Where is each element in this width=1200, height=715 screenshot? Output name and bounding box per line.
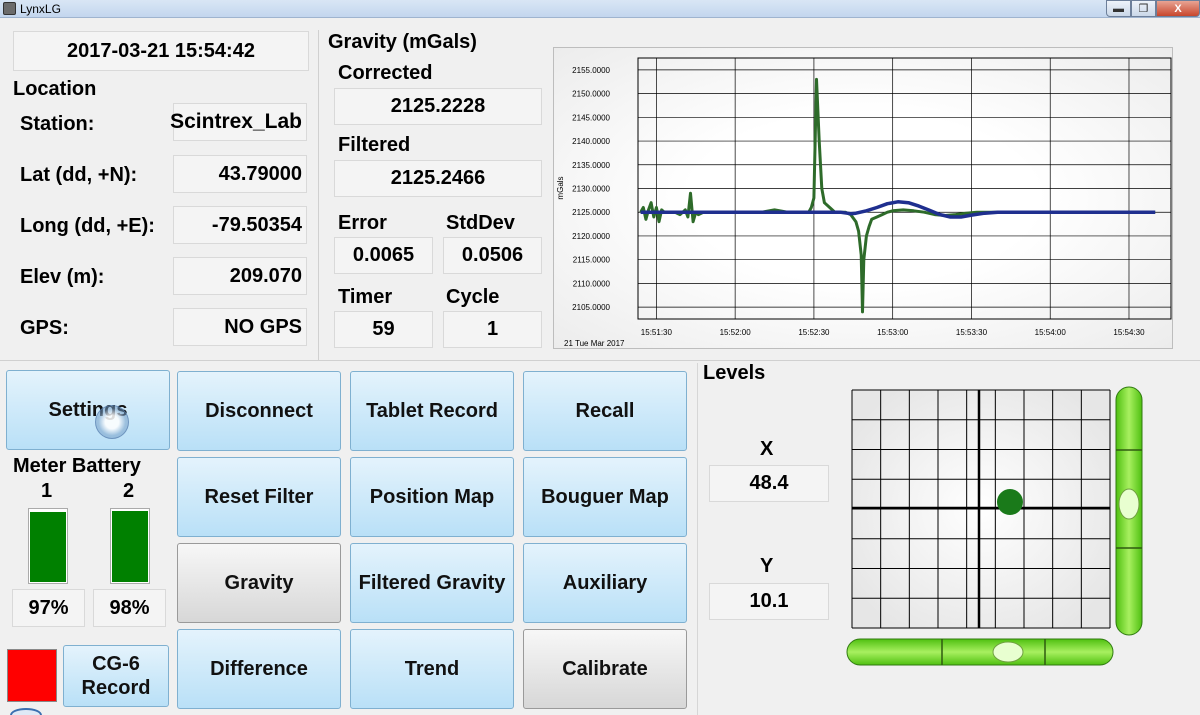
filtered-gravity-button[interactable]: Filtered Gravity (350, 543, 514, 623)
battery-2-fill (112, 511, 148, 582)
horizontal-level-bubble (846, 638, 1114, 666)
recall-button[interactable]: Recall (523, 371, 687, 451)
elev-label: Elev (m): (20, 266, 105, 288)
long-field: -79.50354 (173, 206, 307, 244)
battery-2-percent: 98% (93, 589, 166, 627)
x-tick-label: 15:54:00 (1035, 328, 1067, 337)
y-tick-label: 2140.0000 (572, 137, 610, 146)
settings-button[interactable]: Settings (6, 370, 170, 450)
levels-heading: Levels (703, 362, 766, 384)
battery-1-label: 1 (41, 480, 53, 502)
filtered-label: Filtered (338, 134, 411, 156)
station-label: Station: (20, 113, 95, 135)
y-tick-label: 2125.0000 (572, 208, 610, 217)
error-label: Error (338, 212, 387, 234)
x-tick-label: 15:52:30 (798, 328, 830, 337)
lat-label: Lat (dd, +N): (20, 164, 138, 186)
y-tick-label: 2150.0000 (572, 90, 610, 99)
battery-1-percent: 97% (12, 589, 85, 627)
station-field: Scintrex_Lab (170, 103, 307, 141)
level-indicator (846, 386, 1143, 666)
status-indicator (7, 649, 57, 702)
x-tick-label: 15:51:30 (641, 328, 673, 337)
gravity-series-line (639, 77, 1156, 314)
corrected-field: 2125.2228 (334, 88, 542, 125)
window-controls: ▬ ❐ X (1106, 0, 1200, 17)
app-icon (3, 2, 16, 15)
bouguer-map-button[interactable]: Bouguer Map (523, 457, 687, 537)
gravity-heading: Gravity (mGals) (328, 31, 477, 53)
elev-field: 209.070 (173, 257, 307, 295)
title-bar: LynxLG ▬ ❐ X (0, 0, 1200, 18)
y-tick-label: 2110.0000 (573, 279, 611, 288)
battery-heading: Meter Battery (13, 455, 141, 477)
y-tick-label: 2155.0000 (572, 66, 610, 75)
x-value-field: 48.4 (709, 465, 829, 502)
stddev-label: StdDev (446, 212, 515, 234)
gravity-chart-svg: 2105.0000 2110.0000 2115.0000 2120.0000 2125… (556, 57, 1172, 348)
horizontal-bubble (992, 641, 1024, 663)
long-label: Long (dd, +E): (20, 215, 155, 237)
maximize-button[interactable]: ❐ (1131, 0, 1156, 17)
x-tick-label: 15:53:30 (956, 328, 988, 337)
minimize-button[interactable]: ▬ (1106, 0, 1131, 17)
location-heading: Location (13, 78, 97, 100)
gps-field: NO GPS (173, 308, 307, 346)
x-tick-label: 15:53:00 (877, 328, 909, 337)
y-tick-label: 2145.0000 (572, 113, 610, 122)
x-tick-label: 15:52:00 (720, 328, 752, 337)
cg6-record-button[interactable]: CG-6 Record (63, 645, 169, 707)
filtered-field: 2125.2466 (334, 160, 542, 197)
corrected-label: Corrected (338, 62, 433, 84)
date-label: 21 Tue Mar 2017 (564, 339, 625, 348)
auxiliary-button[interactable]: Auxiliary (523, 543, 687, 623)
divider (318, 30, 319, 360)
battery-2-gauge (110, 508, 150, 584)
gps-label: GPS: (20, 317, 69, 339)
y-tick-label: 2115.0000 (573, 256, 611, 265)
y-tick-label: 2130.0000 (572, 185, 610, 194)
x-tick-label: 15:54:30 (1113, 328, 1145, 337)
calibrate-button[interactable]: Calibrate (523, 629, 687, 709)
touch-cursor-icon (95, 405, 129, 439)
timer-field: 59 (334, 311, 433, 348)
x-label: X (760, 438, 774, 460)
gravity-chart: 2105.0000 2110.0000 2115.0000 2120.0000 2125… (553, 47, 1173, 349)
close-icon: X (1174, 2, 1182, 15)
start-orb-icon (10, 708, 42, 715)
close-button[interactable]: X (1156, 0, 1200, 17)
cycle-field: 1 (443, 311, 542, 348)
y-tick-label: 2135.0000 (572, 161, 610, 170)
level-position-dot (996, 489, 1023, 516)
window-title: LynxLG (20, 2, 61, 16)
battery-2-label: 2 (123, 480, 135, 502)
gravity-button[interactable]: Gravity (177, 543, 341, 623)
vertical-bubble (1118, 488, 1140, 520)
cg6-record-line1: CG-6 (92, 653, 140, 675)
battery-1-fill (30, 512, 66, 582)
disconnect-button[interactable]: Disconnect (177, 371, 341, 451)
y-value-field: 10.1 (709, 583, 829, 620)
divider (0, 360, 1200, 361)
y-axis-label: mGals (556, 176, 565, 199)
timer-label: Timer (338, 286, 393, 308)
datetime-display: 2017-03-21 15:54:42 (13, 31, 309, 71)
cg6-record-line2: Record (81, 677, 151, 699)
y-label: Y (760, 555, 774, 577)
stddev-field: 0.0506 (443, 237, 542, 274)
difference-button[interactable]: Difference (177, 629, 341, 709)
reset-filter-button[interactable]: Reset Filter (177, 457, 341, 537)
trend-button[interactable]: Trend (350, 629, 514, 709)
y-tick-label: 2120.0000 (572, 232, 610, 241)
maximize-icon: ❐ (1138, 3, 1149, 15)
error-field: 0.0065 (334, 237, 433, 274)
y-tick-label: 2105.0000 (572, 303, 610, 312)
position-map-button[interactable]: Position Map (350, 457, 514, 537)
tablet-record-button[interactable]: Tablet Record (350, 371, 514, 451)
lat-field: 43.79000 (173, 155, 307, 193)
battery-1-gauge (28, 508, 68, 584)
minimize-icon: ▬ (1113, 2, 1124, 15)
cycle-label: Cycle (446, 286, 500, 308)
